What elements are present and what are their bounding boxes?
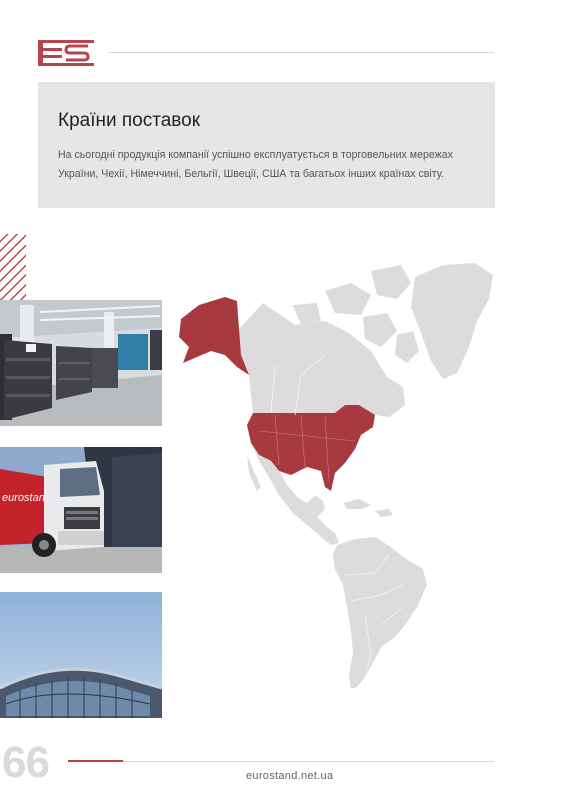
section-description: На сьогодні продукція компанії успішно е… [58, 149, 453, 180]
hatch-decoration [0, 234, 26, 300]
footer-rule [123, 761, 494, 762]
americas-map [179, 263, 493, 689]
supply-countries-box: Країни поставок На сьогодні продукція ко… [38, 82, 495, 208]
eurostand-es-logo-icon [38, 40, 94, 66]
section-title: Країни поставок [58, 110, 201, 131]
header-rule [108, 52, 494, 53]
store-shelving-photo [0, 300, 162, 426]
glass-building-photo [0, 592, 162, 718]
page-number: 66 [2, 738, 50, 787]
website-link[interactable]: eurostand.net.ua [246, 770, 333, 782]
truck-photo: eurostand [0, 447, 162, 573]
footer-accent-rule [68, 760, 123, 762]
